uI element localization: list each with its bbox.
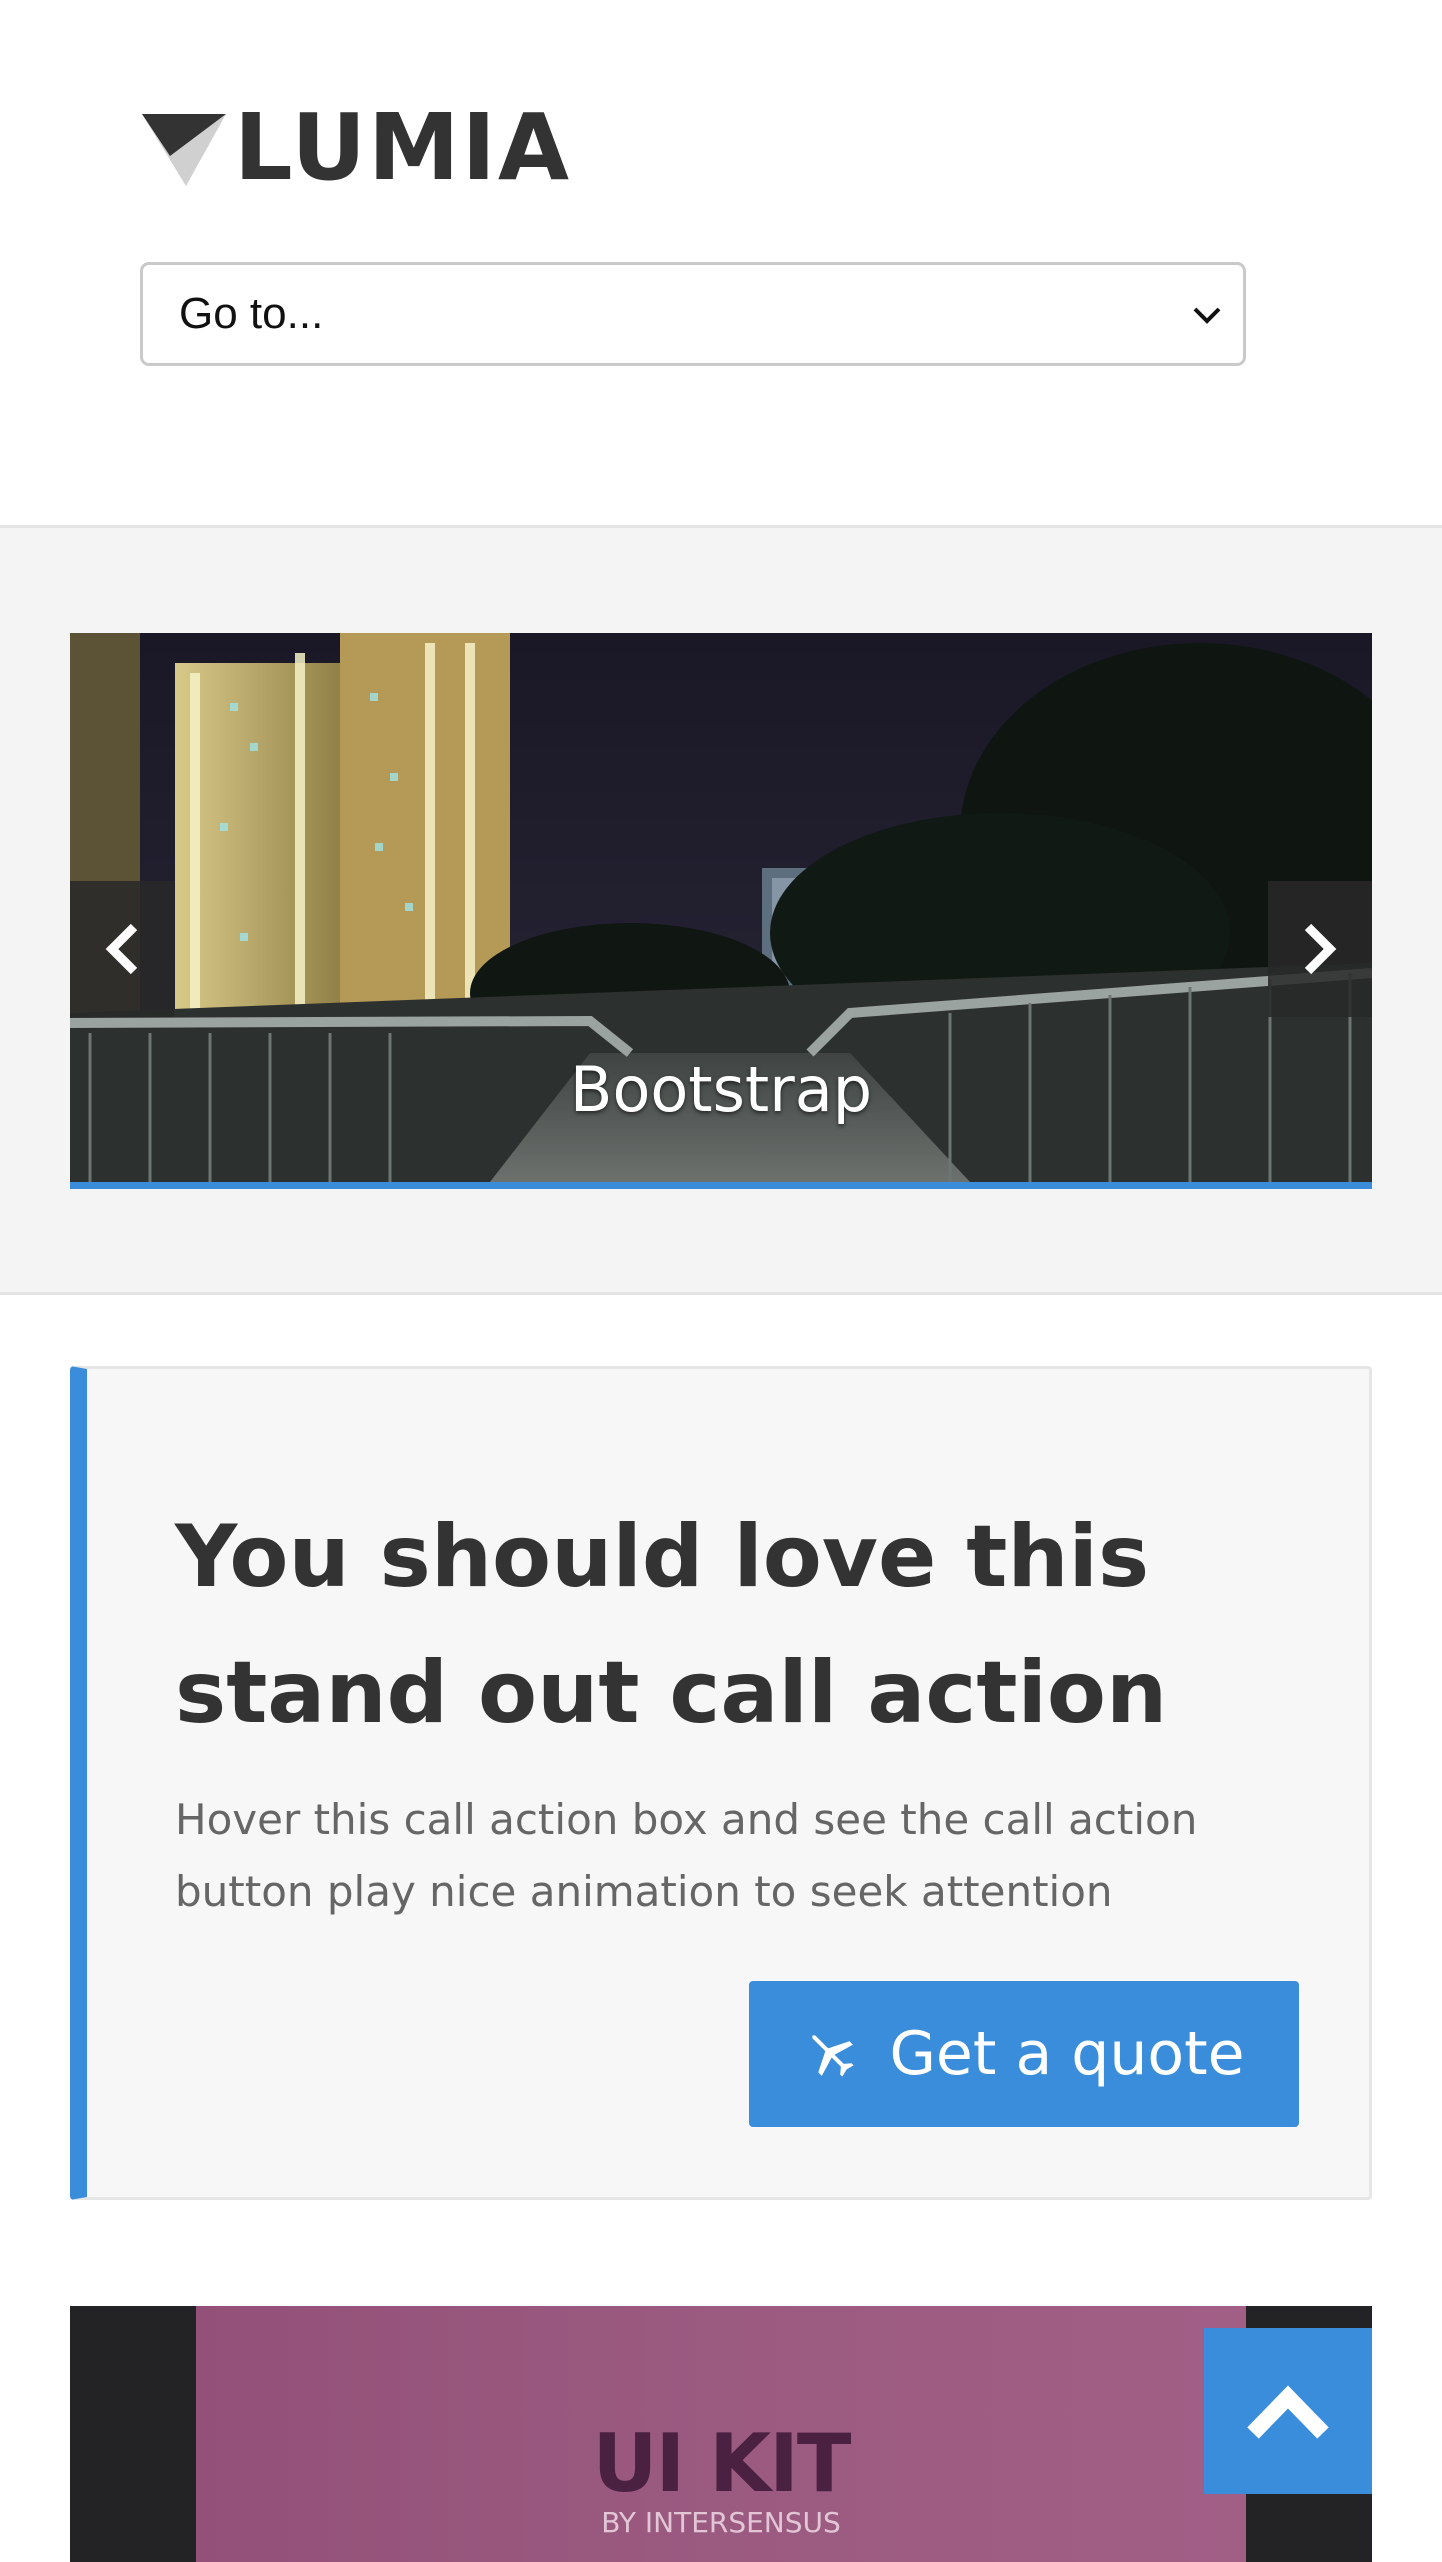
slider-next-button[interactable] [1268, 881, 1372, 1017]
portfolio-item-subtitle: BY INTERSENSUS [601, 2506, 841, 2539]
goto-select[interactable]: Go to... [140, 262, 1246, 366]
portfolio-item[interactable]: UI KIT BY INTERSENSUS [70, 2306, 1372, 2562]
portfolio-item-title: UI KIT [592, 2417, 852, 2510]
logo-triangle-icon [142, 113, 226, 186]
get-quote-label: Get a quote [889, 2019, 1245, 2089]
get-quote-button[interactable]: Get a quote [749, 1981, 1299, 2127]
image-slider[interactable]: Bootstrap [70, 633, 1372, 1189]
chevron-left-icon [105, 923, 138, 975]
logo-text: LUMIA [234, 93, 572, 201]
site-header: LUMIA Go to... [0, 0, 1442, 525]
call-action-box: You should love this stand out call acti… [70, 1366, 1372, 2200]
back-to-top-button[interactable] [1204, 2328, 1372, 2494]
portfolio-thumbnail: UI KIT BY INTERSENSUS [196, 2306, 1246, 2562]
slider-prev-button[interactable] [70, 881, 174, 1017]
call-action-title: You should love this stand out call acti… [175, 1507, 1168, 1743]
airplane-icon [812, 2035, 855, 2077]
site-logo[interactable]: LUMIA [140, 100, 590, 195]
call-action-description: Hover this call action box and see the c… [175, 1795, 1198, 1916]
slide-caption: Bootstrap [569, 1053, 873, 1126]
chevron-down-icon [1193, 307, 1221, 324]
chevron-up-icon [1247, 2385, 1329, 2439]
goto-select-value: Go to... [179, 289, 324, 338]
chevron-right-icon [1304, 923, 1337, 975]
